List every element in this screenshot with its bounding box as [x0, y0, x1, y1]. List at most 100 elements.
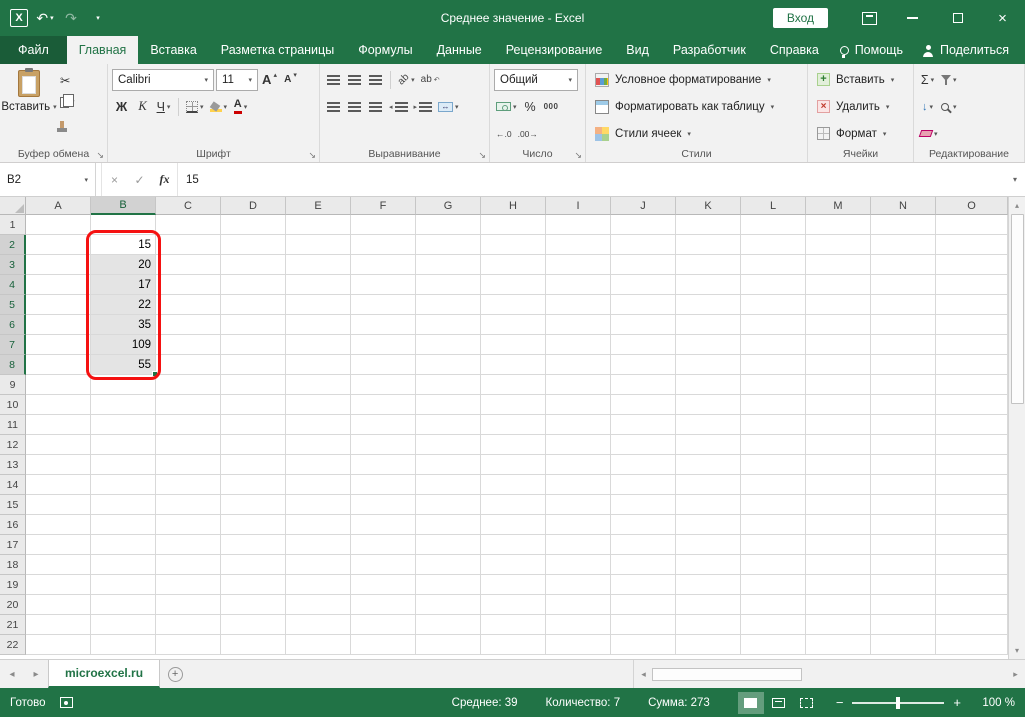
row-header-10[interactable]: 10 — [0, 395, 26, 415]
cell-N4[interactable] — [871, 275, 936, 295]
cell-J11[interactable] — [611, 415, 676, 435]
cell-C15[interactable] — [156, 495, 221, 515]
cell-N10[interactable] — [871, 395, 936, 415]
cell-J15[interactable] — [611, 495, 676, 515]
cell-J21[interactable] — [611, 615, 676, 635]
align-top-button[interactable] — [324, 69, 343, 91]
decrease-font-size-button[interactable]: А ▾ — [281, 69, 300, 91]
cell-G18[interactable] — [416, 555, 481, 575]
column-header-A[interactable]: A — [26, 197, 91, 215]
font-color-button[interactable]: А ▾ — [231, 96, 250, 118]
cell-L16[interactable] — [741, 515, 806, 535]
cell-O4[interactable] — [936, 275, 1008, 295]
cell-H21[interactable] — [481, 615, 546, 635]
cell-N6[interactable] — [871, 315, 936, 335]
cell-D11[interactable] — [221, 415, 286, 435]
enter-entry-button[interactable]: ✓ — [127, 163, 152, 196]
increase-font-size-button[interactable]: А ▴ — [260, 69, 279, 91]
cell-H16[interactable] — [481, 515, 546, 535]
increase-indent-button[interactable]: ▸ — [412, 96, 435, 118]
close-button[interactable]: × — [980, 0, 1025, 36]
zoom-out-button[interactable]: − — [836, 696, 844, 709]
cell-E2[interactable] — [286, 235, 351, 255]
cell-O14[interactable] — [936, 475, 1008, 495]
cell-K10[interactable] — [676, 395, 741, 415]
cell-O7[interactable] — [936, 335, 1008, 355]
cell-C3[interactable] — [156, 255, 221, 275]
cell-N17[interactable] — [871, 535, 936, 555]
cell-I7[interactable] — [546, 335, 611, 355]
cell-A17[interactable] — [26, 535, 91, 555]
cell-C22[interactable] — [156, 635, 221, 655]
cell-I19[interactable] — [546, 575, 611, 595]
cell-A9[interactable] — [26, 375, 91, 395]
cell-C13[interactable] — [156, 455, 221, 475]
underline-button[interactable]: Ч ▾ — [154, 96, 173, 118]
cell-C12[interactable] — [156, 435, 221, 455]
cell-N15[interactable] — [871, 495, 936, 515]
cell-I21[interactable] — [546, 615, 611, 635]
cell-A1[interactable] — [26, 215, 91, 235]
cell-E9[interactable] — [286, 375, 351, 395]
cell-C5[interactable] — [156, 295, 221, 315]
cell-J13[interactable] — [611, 455, 676, 475]
cell-E7[interactable] — [286, 335, 351, 355]
cell-J18[interactable] — [611, 555, 676, 575]
cell-D3[interactable] — [221, 255, 286, 275]
cell-I4[interactable] — [546, 275, 611, 295]
cell-C10[interactable] — [156, 395, 221, 415]
cell-I13[interactable] — [546, 455, 611, 475]
cell-L20[interactable] — [741, 595, 806, 615]
cell-B10[interactable] — [91, 395, 156, 415]
cell-K18[interactable] — [676, 555, 741, 575]
cell-L2[interactable] — [741, 235, 806, 255]
cell-B5[interactable]: 22 — [91, 295, 156, 315]
cell-D15[interactable] — [221, 495, 286, 515]
wrap-text-button[interactable]: ab ↶ — [419, 69, 442, 91]
cell-N2[interactable] — [871, 235, 936, 255]
cell-J20[interactable] — [611, 595, 676, 615]
cell-C7[interactable] — [156, 335, 221, 355]
cell-A7[interactable] — [26, 335, 91, 355]
cell-G15[interactable] — [416, 495, 481, 515]
cell-F9[interactable] — [351, 375, 416, 395]
cell-A12[interactable] — [26, 435, 91, 455]
cell-N13[interactable] — [871, 455, 936, 475]
cell-G2[interactable] — [416, 235, 481, 255]
row-header-1[interactable]: 1 — [0, 215, 26, 235]
cell-M22[interactable] — [806, 635, 871, 655]
cell-M19[interactable] — [806, 575, 871, 595]
cell-G3[interactable] — [416, 255, 481, 275]
align-center-button[interactable] — [345, 96, 364, 118]
cell-E5[interactable] — [286, 295, 351, 315]
row-header-16[interactable]: 16 — [0, 515, 26, 535]
cell-J4[interactable] — [611, 275, 676, 295]
cell-I9[interactable] — [546, 375, 611, 395]
cell-F15[interactable] — [351, 495, 416, 515]
cell-D13[interactable] — [221, 455, 286, 475]
cell-B9[interactable] — [91, 375, 156, 395]
cell-K5[interactable] — [676, 295, 741, 315]
row-header-17[interactable]: 17 — [0, 535, 26, 555]
help-menu[interactable]: Помощь — [839, 43, 903, 58]
cell-A14[interactable] — [26, 475, 91, 495]
cell-N22[interactable] — [871, 635, 936, 655]
cell-I12[interactable] — [546, 435, 611, 455]
delete-cells-button[interactable]: × Удалить ▾ — [812, 94, 909, 119]
cell-H13[interactable] — [481, 455, 546, 475]
cell-M8[interactable] — [806, 355, 871, 375]
merge-center-button[interactable]: ↔ ▾ — [436, 96, 461, 118]
cell-M6[interactable] — [806, 315, 871, 335]
cell-D21[interactable] — [221, 615, 286, 635]
cell-J10[interactable] — [611, 395, 676, 415]
cell-K12[interactable] — [676, 435, 741, 455]
cell-A2[interactable] — [26, 235, 91, 255]
cell-O11[interactable] — [936, 415, 1008, 435]
cell-D16[interactable] — [221, 515, 286, 535]
cell-D22[interactable] — [221, 635, 286, 655]
cell-M15[interactable] — [806, 495, 871, 515]
column-header-L[interactable]: L — [741, 197, 806, 215]
cell-I1[interactable] — [546, 215, 611, 235]
sheet-nav-left-button[interactable]: ◂ — [0, 660, 24, 688]
cell-C17[interactable] — [156, 535, 221, 555]
